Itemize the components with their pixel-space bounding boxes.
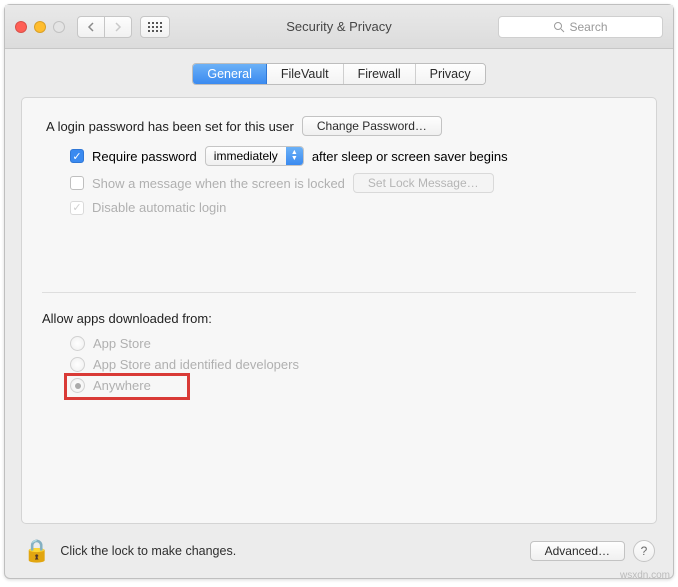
radio-app-store[interactable]	[70, 336, 85, 351]
stepper-arrows-icon: ▲▼	[286, 147, 303, 165]
nav-buttons	[77, 16, 132, 38]
change-password-button[interactable]: Change Password…	[302, 116, 442, 136]
after-sleep-label: after sleep or screen saver begins	[312, 149, 508, 164]
grid-icon	[148, 22, 162, 32]
require-password-delay-select[interactable]: immediately ▲▼	[205, 146, 304, 166]
annotation-highlight: Anywhere	[64, 373, 190, 400]
help-button[interactable]: ?	[633, 540, 655, 562]
tab-general[interactable]: General	[193, 64, 266, 84]
tabs: General FileVault Firewall Privacy	[192, 63, 485, 85]
require-password-label: Require password	[92, 149, 197, 164]
back-button[interactable]	[77, 16, 105, 38]
footer: 🔒 Click the lock to make changes. Advanc…	[5, 524, 673, 578]
radio-identified-developers[interactable]	[70, 357, 85, 372]
login-password-heading: A login password has been set for this u…	[46, 119, 294, 134]
tab-firewall[interactable]: Firewall	[344, 64, 416, 84]
show-message-checkbox[interactable]	[70, 176, 84, 190]
window-controls	[15, 21, 65, 33]
allow-apps-section: Allow apps downloaded from: App Store Ap…	[42, 293, 636, 393]
allow-apps-heading: Allow apps downloaded from:	[42, 311, 636, 326]
radio-app-store-label: App Store	[93, 336, 151, 351]
search-icon	[553, 21, 565, 33]
forward-button[interactable]	[104, 16, 132, 38]
close-window-button[interactable]	[15, 21, 27, 33]
require-password-delay-value: immediately	[206, 149, 286, 163]
preferences-window: Security & Privacy Search General FileVa…	[4, 4, 674, 579]
login-password-section: A login password has been set for this u…	[42, 116, 636, 293]
tab-bar: General FileVault Firewall Privacy	[5, 49, 673, 97]
radio-identified-developers-label: App Store and identified developers	[93, 357, 299, 372]
lock-text: Click the lock to make changes.	[60, 544, 236, 558]
advanced-button[interactable]: Advanced…	[530, 541, 625, 561]
content-panel: A login password has been set for this u…	[21, 97, 657, 524]
tab-filevault[interactable]: FileVault	[267, 64, 344, 84]
titlebar: Security & Privacy Search	[5, 5, 673, 49]
disable-auto-login-label: Disable automatic login	[92, 200, 226, 215]
disable-auto-login-checkbox[interactable]: ✓	[70, 201, 84, 215]
set-lock-message-button[interactable]: Set Lock Message…	[353, 173, 494, 193]
require-password-checkbox[interactable]: ✓	[70, 149, 84, 163]
allow-apps-radio-group: App Store App Store and identified devel…	[70, 336, 636, 393]
minimize-window-button[interactable]	[34, 21, 46, 33]
lock-icon[interactable]: 🔒	[23, 538, 50, 564]
tab-privacy[interactable]: Privacy	[416, 64, 485, 84]
show-all-button[interactable]	[140, 16, 170, 38]
search-input[interactable]: Search	[498, 16, 663, 38]
search-placeholder: Search	[569, 20, 607, 34]
watermark: wsxdn.com	[620, 570, 670, 581]
show-message-label: Show a message when the screen is locked	[92, 176, 345, 191]
zoom-window-button[interactable]	[53, 21, 65, 33]
